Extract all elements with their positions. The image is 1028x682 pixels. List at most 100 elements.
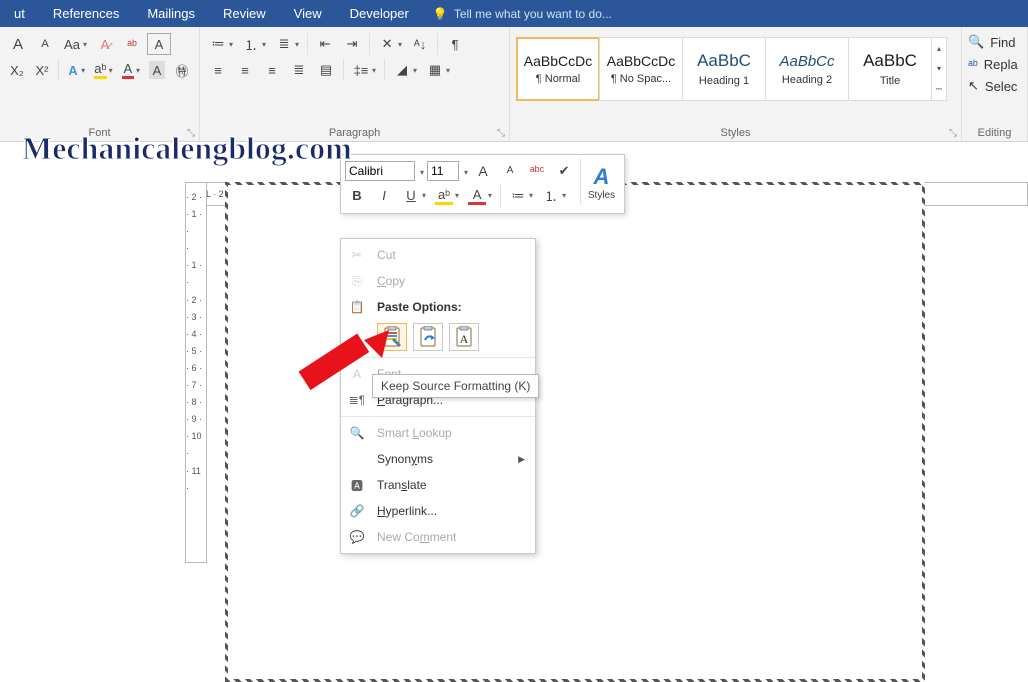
mini-bold-button[interactable]: B bbox=[345, 185, 369, 207]
character-border-button[interactable]: A bbox=[147, 33, 171, 55]
highlight-button[interactable]: aᵇ bbox=[91, 59, 115, 81]
bulb-icon: 💡 bbox=[433, 7, 448, 21]
distributed-button[interactable]: ▤ bbox=[314, 59, 338, 81]
select-button[interactable]: ↖ Selec bbox=[968, 75, 1021, 97]
bullets-button[interactable]: ≔ bbox=[206, 33, 236, 55]
select-icon: ↖ bbox=[968, 78, 979, 94]
clear-formatting-button[interactable]: A̷ bbox=[93, 33, 117, 55]
mini-numbering-button[interactable]: ⒈ bbox=[539, 185, 569, 207]
multilevel-list-button[interactable]: ≣ bbox=[272, 33, 302, 55]
paste-text-only[interactable]: A bbox=[449, 323, 479, 351]
mini-underline-button[interactable]: U bbox=[399, 185, 429, 207]
menu-cut: ✂ Cut bbox=[341, 242, 535, 268]
cut-icon: ✂ bbox=[347, 248, 367, 262]
replace-icon: ᵃᵇ bbox=[968, 57, 978, 72]
watermark-text: Mechanicalengblog.com bbox=[22, 130, 352, 167]
enclose-characters-button[interactable]: ㊕ bbox=[171, 59, 193, 81]
translate-icon: 🅰︎ bbox=[347, 477, 367, 494]
tell-me-label: Tell me what you want to do... bbox=[454, 7, 612, 21]
smart-lookup-icon: 🔍 bbox=[347, 426, 367, 440]
mini-grow-font-button[interactable]: A bbox=[471, 160, 495, 182]
mini-font-name-input[interactable] bbox=[345, 161, 415, 181]
ribbon-tabs: ut References Mailings Review View Devel… bbox=[0, 0, 1028, 27]
clipboard-arrow-icon bbox=[417, 326, 439, 348]
mini-styles-button[interactable]: A Styles bbox=[580, 159, 622, 205]
mini-highlight-button[interactable]: aᵇ bbox=[432, 185, 462, 207]
comment-icon: 💬 bbox=[347, 530, 367, 544]
menu-translate[interactable]: 🅰︎ Translate bbox=[341, 472, 535, 498]
mini-highlight-indicator[interactable]: ᵃᵇᶜ bbox=[525, 160, 549, 182]
svg-text:A: A bbox=[460, 332, 469, 346]
menu-new-comment: 💬 New Comment bbox=[341, 524, 535, 550]
clipboard-text-icon: A bbox=[453, 326, 475, 348]
menu-copy: ⎘ Copy bbox=[341, 268, 535, 294]
tab-layout[interactable]: ut bbox=[0, 0, 39, 27]
document-page[interactable] bbox=[225, 182, 925, 682]
styles-dialog-launcher-icon[interactable]: ⤡ bbox=[949, 128, 957, 139]
tab-mailings[interactable]: Mailings bbox=[133, 0, 209, 27]
change-case-button[interactable]: Aa bbox=[60, 33, 90, 55]
align-right-button[interactable]: ≡ bbox=[260, 59, 284, 81]
sort-button[interactable]: ᴬ↓ bbox=[408, 33, 432, 55]
align-center-button[interactable]: ≡ bbox=[233, 59, 257, 81]
style-heading-2[interactable]: AaBbCc Heading 2 bbox=[765, 37, 849, 101]
replace-button[interactable]: ᵃᵇ Repla bbox=[968, 53, 1021, 75]
shading-button[interactable]: ◢ bbox=[390, 59, 420, 81]
style-no-spacing[interactable]: AaBbCcDc ¶ No Spac... bbox=[599, 37, 683, 101]
mini-bullets-button[interactable]: ≔ bbox=[506, 185, 536, 207]
align-left-button[interactable]: ≡ bbox=[206, 59, 230, 81]
mini-toolbar: A A ᵃᵇᶜ ✔ B I U aᵇ A ≔ ⒈ A Styles bbox=[340, 154, 625, 214]
menu-synonyms[interactable]: Synonyms ▶ bbox=[341, 446, 535, 472]
increase-indent-button[interactable]: ⇥ bbox=[340, 33, 364, 55]
text-direction-button[interactable]: ✕ bbox=[375, 33, 405, 55]
font-color-button[interactable]: A bbox=[119, 59, 143, 81]
styles-gallery-more[interactable]: ▴▾⎓ bbox=[931, 37, 947, 101]
group-label-styles: Styles ⤡ bbox=[516, 127, 955, 139]
copy-icon: ⎘ bbox=[347, 274, 367, 289]
tab-view[interactable]: View bbox=[280, 0, 336, 27]
find-button[interactable]: 🔍 Find bbox=[968, 31, 1021, 53]
ribbon: A A Aa A̷ ᵃᵇ A X₂ X² A aᵇ A A ㊕ Font ⤡ bbox=[0, 27, 1028, 142]
text-effects-button[interactable]: A bbox=[64, 59, 88, 81]
subscript-button[interactable]: X₂ bbox=[6, 59, 28, 81]
character-shading-button[interactable]: A bbox=[146, 59, 168, 81]
style-title[interactable]: AaBbC Title bbox=[848, 37, 932, 101]
paste-merge-formatting[interactable] bbox=[413, 323, 443, 351]
tab-developer[interactable]: Developer bbox=[336, 0, 423, 27]
decrease-indent-button[interactable]: ⇤ bbox=[313, 33, 337, 55]
hyperlink-icon: 🔗 bbox=[347, 504, 367, 518]
annotation-arrow-icon bbox=[294, 330, 394, 410]
shrink-font-button[interactable]: A bbox=[33, 33, 57, 55]
menu-hyperlink[interactable]: 🔗 Hyperlink... bbox=[341, 498, 535, 524]
justify-button[interactable]: ≣ bbox=[287, 59, 311, 81]
group-font: A A Aa A̷ ᵃᵇ A X₂ X² A aᵇ A A ㊕ Font ⤡ bbox=[0, 27, 200, 141]
tab-references[interactable]: References bbox=[39, 0, 133, 27]
mini-font-size-input[interactable] bbox=[427, 161, 459, 181]
mini-font-size-drop-icon[interactable] bbox=[462, 164, 468, 178]
show-hide-button[interactable]: ¶ bbox=[443, 33, 467, 55]
group-styles: AaBbCcDc ¶ Normal AaBbCcDc ¶ No Spac... … bbox=[510, 27, 962, 141]
group-editing: 🔍 Find ᵃᵇ Repla ↖ Selec Editing bbox=[962, 27, 1028, 141]
tooltip-keep-source-formatting: Keep Source Formatting (K) bbox=[372, 374, 539, 398]
style-heading-1[interactable]: AaBbC Heading 1 bbox=[682, 37, 766, 101]
paragraph-dialog-launcher-icon[interactable]: ⤡ bbox=[497, 128, 505, 139]
menu-paste-options-header: 📋 Paste Options: bbox=[341, 294, 535, 320]
tab-review[interactable]: Review bbox=[209, 0, 280, 27]
grow-font-button[interactable]: A bbox=[6, 33, 30, 55]
paste-header-icon: 📋 bbox=[347, 300, 367, 314]
borders-button[interactable]: ▦ bbox=[423, 59, 453, 81]
group-paragraph: ≔ ⒈ ≣ ⇤ ⇥ ✕ ᴬ↓ ¶ ≡ ≡ ≡ ≣ ▤ ‡≡ bbox=[200, 27, 510, 141]
highlight-help-button[interactable]: ᵃᵇ bbox=[120, 33, 144, 55]
line-spacing-button[interactable]: ‡≡ bbox=[349, 59, 379, 81]
mini-font-name-drop-icon[interactable] bbox=[418, 164, 424, 178]
vertical-ruler[interactable]: · 2 · · 1 · · · · 1 · · · 2 · · 3 · · 4 … bbox=[185, 182, 207, 563]
superscript-button[interactable]: X² bbox=[31, 59, 53, 81]
group-label-editing: Editing bbox=[968, 127, 1021, 139]
mini-italic-button[interactable]: I bbox=[372, 185, 396, 207]
tell-me-box[interactable]: 💡 Tell me what you want to do... bbox=[423, 7, 612, 21]
mini-shrink-font-button[interactable]: A bbox=[498, 160, 522, 182]
style-normal[interactable]: AaBbCcDc ¶ Normal bbox=[516, 37, 600, 101]
numbering-button[interactable]: ⒈ bbox=[239, 33, 269, 55]
mini-format-painter-button[interactable]: ✔ bbox=[552, 160, 576, 182]
mini-font-color-button[interactable]: A bbox=[465, 185, 495, 207]
